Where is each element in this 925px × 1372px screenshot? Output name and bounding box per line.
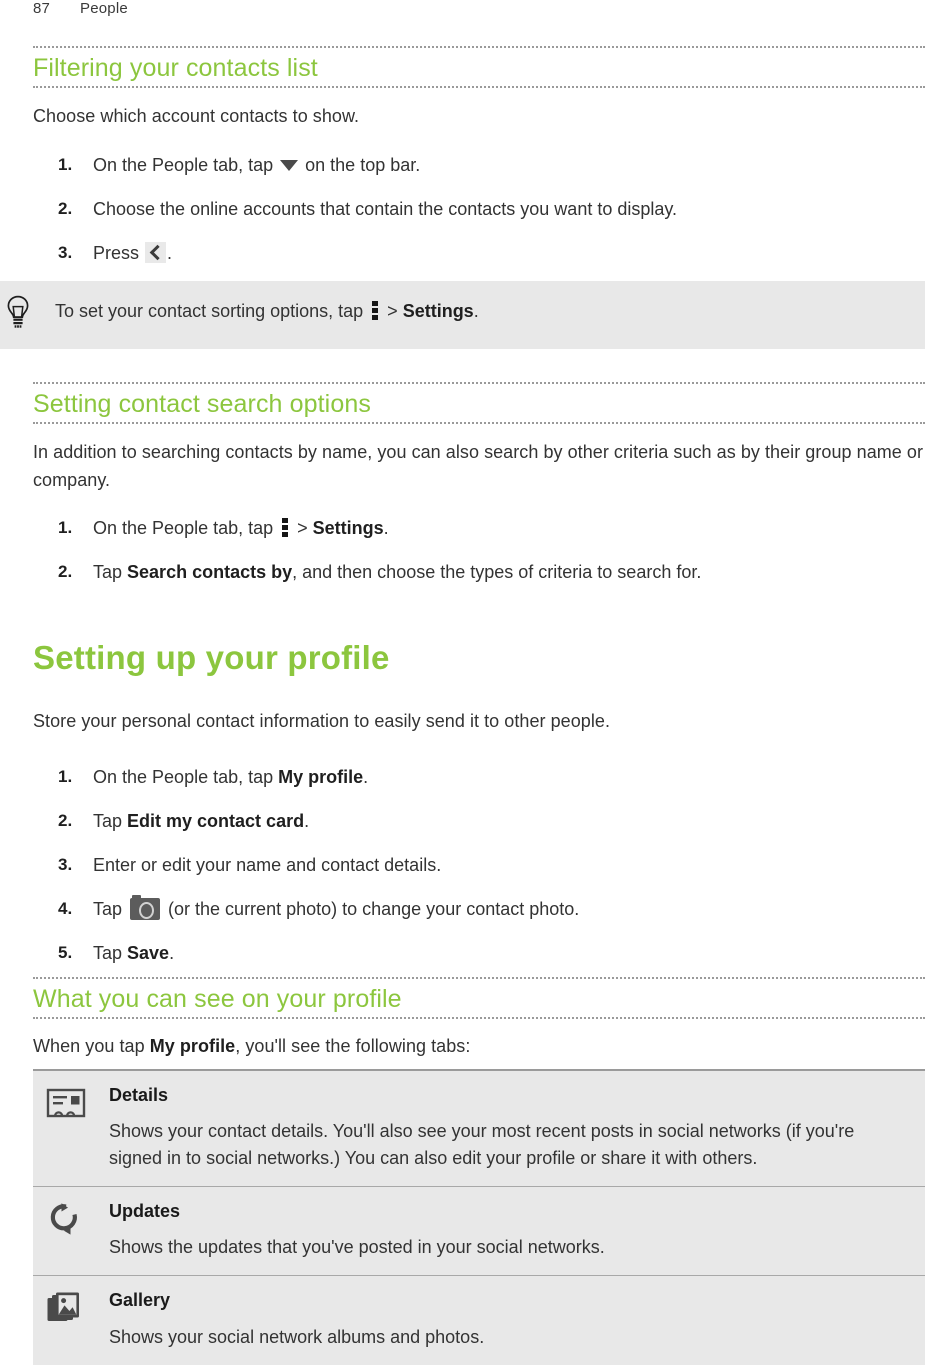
step-number: 3. bbox=[58, 242, 73, 262]
step-number: 5. bbox=[58, 942, 73, 962]
heading-rule-wrap: Filtering your contacts list bbox=[33, 46, 925, 88]
heading-what-you-see: What you can see on your profile bbox=[33, 985, 402, 1013]
step-number: 1. bbox=[58, 154, 73, 174]
step-text-post: , and then choose the types of criteria … bbox=[292, 562, 702, 583]
gallery-icon bbox=[47, 1292, 79, 1322]
list-item: 2. Choose the online accounts that conta… bbox=[33, 196, 925, 223]
tab-title: Updates bbox=[109, 1201, 181, 1222]
tab-title: Gallery bbox=[109, 1290, 171, 1311]
step-text-pre: Tap bbox=[93, 562, 128, 583]
step-bold: Save bbox=[127, 942, 170, 963]
list-item: 1. On the People tab, tap > Settings. bbox=[33, 515, 925, 542]
step-number: 2. bbox=[58, 198, 73, 218]
list-item: 3. Enter or edit your name and contact d… bbox=[33, 852, 925, 879]
heading-rule-wrap: What you can see on your profile bbox=[33, 977, 925, 1019]
manual-page: 87 People Filtering your contacts list C… bbox=[0, 0, 925, 1372]
steps-profile: 1. On the People tab, tap My profile. 2.… bbox=[33, 764, 925, 967]
step-bold: Settings bbox=[312, 518, 384, 539]
steps-search-options: 1. On the People tab, tap > Settings. 2.… bbox=[33, 515, 925, 586]
section-what-you-see: What you can see on your profile When yo… bbox=[33, 977, 925, 1061]
heading-rule-wrap: Setting contact search options bbox=[33, 382, 925, 424]
list-item: 1. On the People tab, tap on the top bar… bbox=[33, 152, 925, 179]
step-text-post: on the top bar. bbox=[300, 154, 421, 175]
table-cell: Details Shows your contact details. You'… bbox=[109, 1083, 911, 1172]
tab-title: Details bbox=[109, 1085, 169, 1105]
table-row: Details Shows your contact details. You'… bbox=[33, 1071, 925, 1188]
step-number: 2. bbox=[58, 562, 73, 582]
section-profile: Setting up your profile Store your perso… bbox=[33, 639, 925, 967]
step-text-post: . bbox=[383, 518, 389, 539]
step-text-post: . bbox=[363, 766, 369, 787]
kebab-menu-icon bbox=[372, 301, 379, 320]
step-bold: Search contacts by bbox=[127, 562, 293, 583]
step-text-pre: On the People tab, tap bbox=[93, 154, 279, 175]
step-text-post: . bbox=[169, 942, 175, 963]
step-text-post: (or the current photo) to change your co… bbox=[163, 898, 580, 919]
section-name: People bbox=[80, 0, 128, 17]
step-text-post: . bbox=[167, 242, 173, 263]
intro-pre: When you tap bbox=[33, 1036, 150, 1056]
tip-callout: To set your contact sorting options, tap… bbox=[0, 281, 925, 349]
kebab-menu-icon bbox=[282, 518, 289, 538]
list-item: 5. Tap Save. bbox=[33, 940, 925, 967]
step-text-pre: Choose the online accounts that contain … bbox=[93, 198, 678, 219]
section-filtering: Filtering your contacts list Choose whic… bbox=[33, 46, 925, 267]
page-number: 87 bbox=[33, 0, 51, 17]
list-item: 3. Press . bbox=[33, 240, 925, 267]
heading-filtering: Filtering your contacts list bbox=[33, 54, 318, 82]
list-item: 1. On the People tab, tap My profile. bbox=[33, 764, 925, 791]
heading-profile: Setting up your profile bbox=[33, 639, 390, 676]
step-number: 1. bbox=[58, 518, 73, 538]
list-item: 4. Tap (or the current photo) to change … bbox=[33, 894, 925, 923]
camera-icon bbox=[130, 894, 161, 920]
list-item: 2. Tap Search contacts by, and then choo… bbox=[33, 559, 925, 586]
refresh-icon bbox=[50, 1203, 77, 1235]
intro-profile: Store your personal contact information … bbox=[33, 711, 611, 732]
step-bold: Edit my contact card bbox=[127, 810, 305, 831]
heading-search-options: Setting contact search options bbox=[33, 390, 371, 418]
tab-description: Shows the updates that you've posted in … bbox=[109, 1237, 605, 1258]
tip-text-mid: > bbox=[382, 301, 403, 321]
tab-description: Shows your contact details. You'll also … bbox=[109, 1121, 855, 1169]
intro-filtering: Choose which account contacts to show. bbox=[33, 106, 360, 126]
steps-filtering: 1. On the People tab, tap on the top bar… bbox=[33, 152, 925, 267]
step-number: 1. bbox=[58, 766, 73, 786]
caret-down-icon bbox=[280, 159, 299, 171]
tip-text-post: . bbox=[473, 301, 479, 321]
intro-bold: My profile bbox=[149, 1036, 236, 1056]
table-cell: Gallery Shows your social network albums… bbox=[109, 1288, 911, 1350]
contact-card-icon bbox=[46, 1088, 86, 1118]
lightbulb-icon bbox=[7, 295, 29, 328]
list-item: 2. Tap Edit my contact card. bbox=[33, 808, 925, 835]
step-text-pre: Enter or edit your name and contact deta… bbox=[93, 854, 442, 875]
step-text-pre: On the People tab, tap bbox=[93, 766, 279, 787]
step-text-post: . bbox=[304, 810, 310, 831]
step-text-mid: > bbox=[292, 518, 313, 539]
table-row: Gallery Shows your social network albums… bbox=[33, 1276, 925, 1364]
table-cell: Updates Shows the updates that you've po… bbox=[109, 1199, 911, 1261]
step-text-pre: Tap bbox=[93, 942, 128, 963]
step-bold: My profile bbox=[278, 766, 364, 787]
tab-description: Shows your social network albums and pho… bbox=[109, 1326, 485, 1347]
intro-search-options: In addition to searching contacts by nam… bbox=[33, 442, 924, 490]
step-number: 2. bbox=[58, 810, 73, 830]
profile-tabs-table: Details Shows your contact details. You'… bbox=[33, 1069, 925, 1365]
step-text-pre: Press bbox=[93, 242, 145, 263]
back-arrow-icon bbox=[145, 241, 167, 263]
intro-post: , you'll see the following tabs: bbox=[235, 1036, 471, 1056]
section-search-options: Setting contact search options In additi… bbox=[33, 382, 925, 586]
step-number: 3. bbox=[58, 854, 73, 874]
running-header: 87 People bbox=[0, 0, 925, 26]
table-row: Updates Shows the updates that you've po… bbox=[33, 1187, 925, 1277]
tip-text: To set your contact sorting options, tap… bbox=[55, 298, 479, 325]
step-number: 4. bbox=[58, 898, 73, 918]
step-text-pre: Tap bbox=[93, 898, 128, 919]
step-text-pre: Tap bbox=[93, 810, 128, 831]
intro-what-you-see: When you tap My profile, you'll see the … bbox=[33, 1033, 925, 1061]
tip-bold-settings: Settings bbox=[402, 301, 474, 321]
step-text-pre: On the People tab, tap bbox=[93, 518, 279, 539]
tip-text-pre: To set your contact sorting options, tap bbox=[55, 301, 369, 321]
